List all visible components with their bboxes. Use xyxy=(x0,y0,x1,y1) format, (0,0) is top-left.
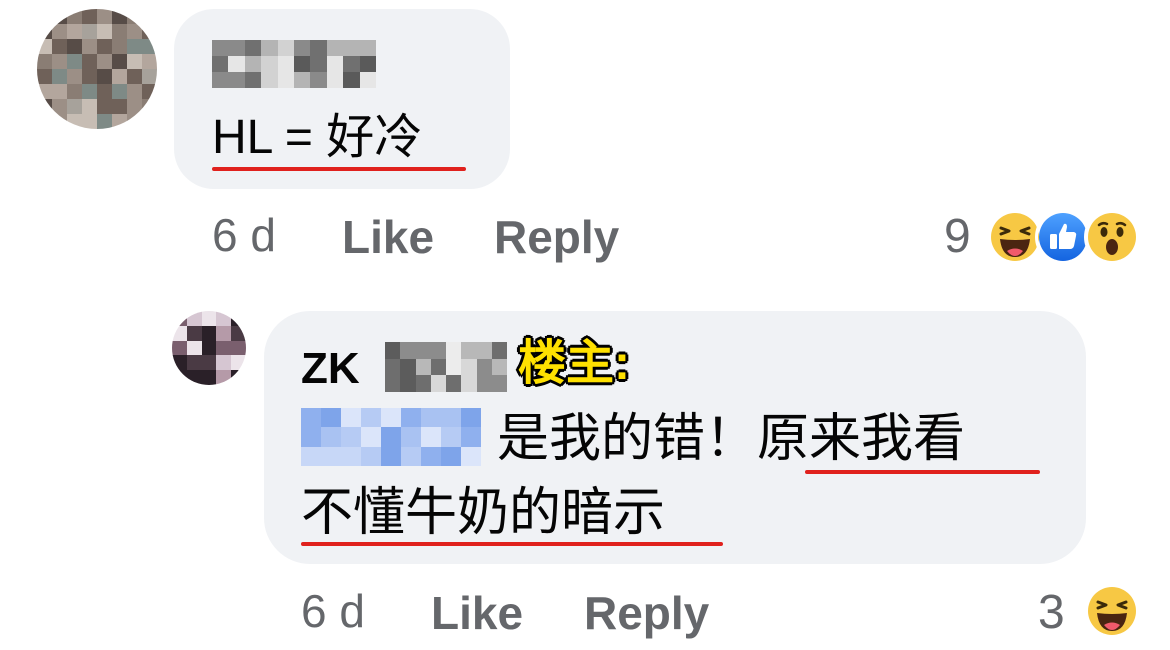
commenter-name-blurred[interactable] xyxy=(212,40,376,88)
wow-icon[interactable] xyxy=(1084,209,1140,265)
reply-reaction-count[interactable]: 3 xyxy=(1038,585,1065,641)
mention-blurred[interactable] xyxy=(301,408,481,466)
reply-underline-2 xyxy=(301,542,723,546)
reply-underline-1 xyxy=(805,470,1040,474)
reply-text-line1: 是我的错！原来我看 xyxy=(497,410,966,468)
comment-timestamp[interactable]: 6 d xyxy=(212,207,276,263)
reply-author-avatar[interactable] xyxy=(172,311,246,385)
comment-reaction-count[interactable]: 9 xyxy=(944,209,971,265)
original-poster-badge: 楼主: xyxy=(518,337,630,390)
reply-reply-button[interactable]: Reply xyxy=(584,585,709,641)
comment-text: HL = 好冷 xyxy=(212,111,423,164)
reply-like-button[interactable]: Like xyxy=(431,585,523,641)
like-icon[interactable] xyxy=(1035,209,1091,265)
reply-author-surname-blurred[interactable] xyxy=(385,342,507,392)
reply-timestamp[interactable]: 6 d xyxy=(301,583,365,639)
commenter-avatar[interactable] xyxy=(37,9,157,129)
reply-text-line2: 不懂牛奶的暗示 xyxy=(301,484,666,542)
comment-reply-button[interactable]: Reply xyxy=(494,209,619,265)
reply-author-name[interactable]: ZK xyxy=(301,340,360,398)
haha-icon[interactable] xyxy=(1084,583,1140,639)
comment-like-button[interactable]: Like xyxy=(342,209,434,265)
comment-underline xyxy=(212,167,466,171)
